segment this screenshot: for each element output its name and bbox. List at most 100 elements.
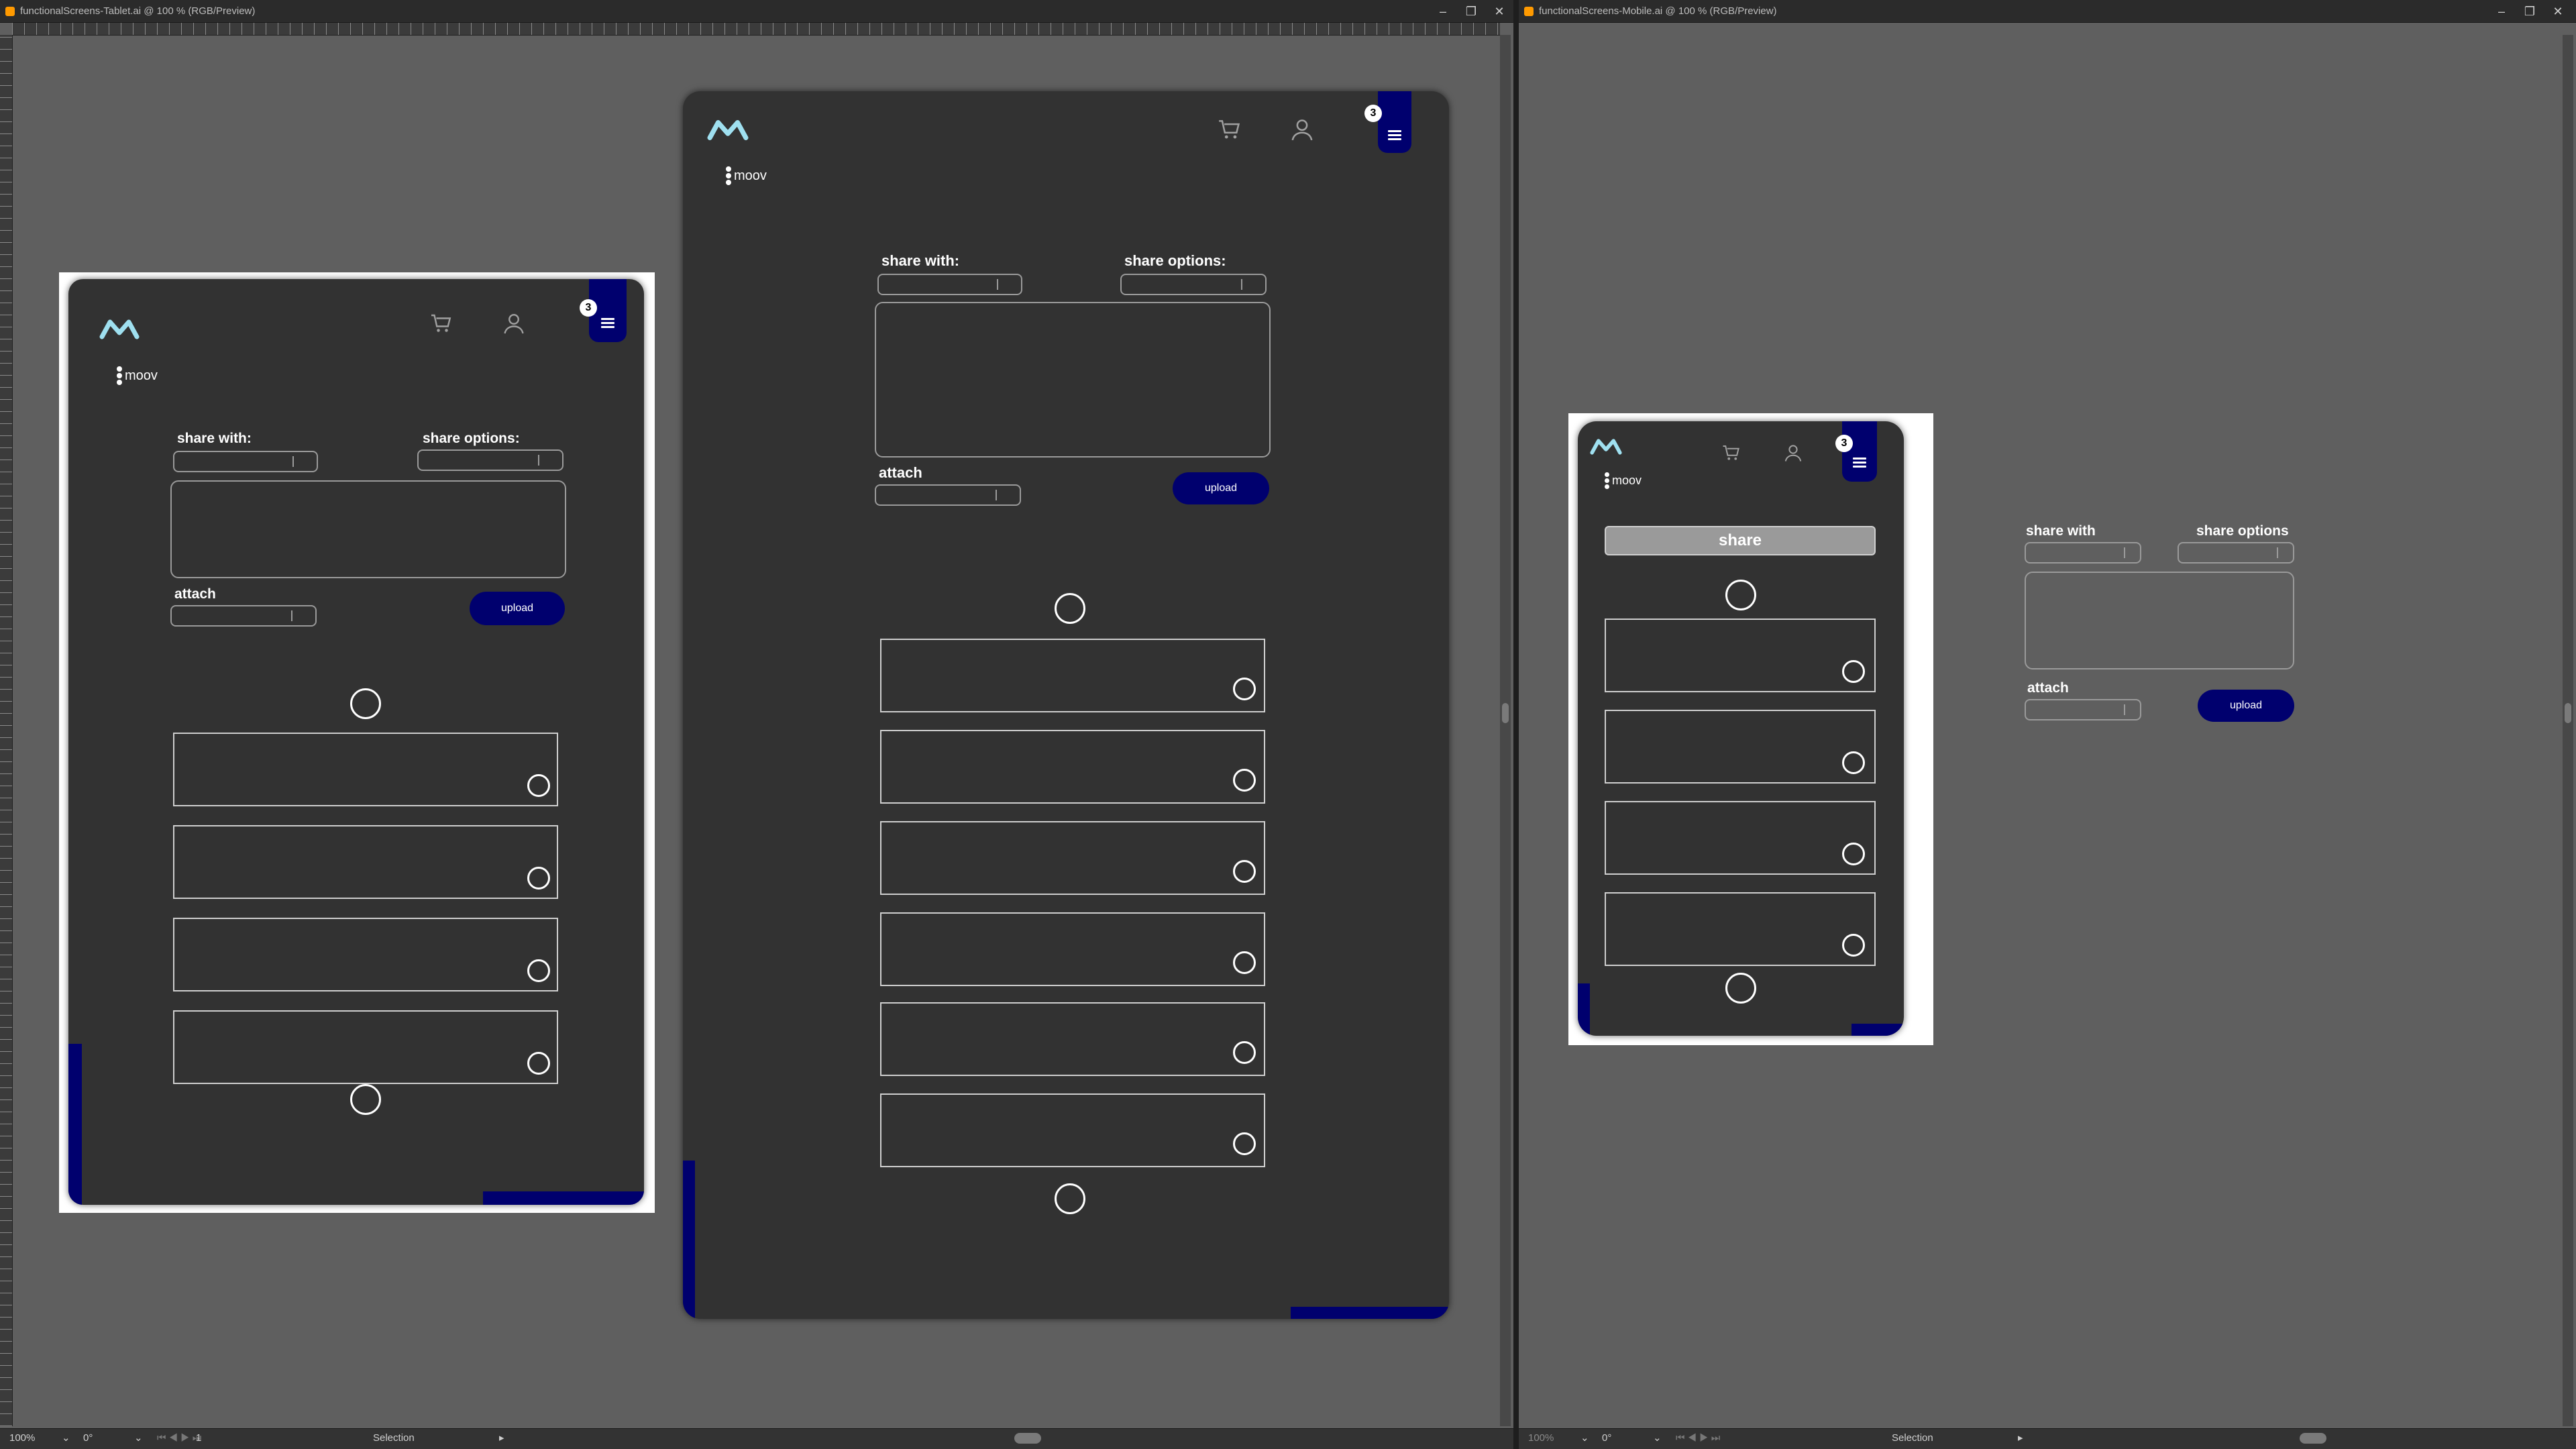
horizontal-scroll-thumb[interactable] <box>2300 1433 2326 1444</box>
cart-icon[interactable] <box>429 311 453 335</box>
hamburger-icon[interactable] <box>1853 458 1866 468</box>
list-card[interactable] <box>173 733 558 806</box>
share-options-label: share options: <box>1124 252 1226 269</box>
share-button[interactable]: share <box>1605 526 1876 555</box>
zoom-level[interactable]: 100% <box>9 1432 35 1445</box>
attach-label: attach <box>2027 680 2069 696</box>
user-icon[interactable] <box>1289 117 1315 142</box>
attach-file-input[interactable] <box>2025 699 2141 720</box>
restore-button[interactable]: ❐ <box>2518 0 2541 23</box>
share-with-dropdown[interactable] <box>173 451 318 472</box>
list-card[interactable] <box>1605 892 1876 966</box>
list-card[interactable] <box>1605 710 1876 784</box>
upload-button[interactable]: upload <box>470 592 565 625</box>
share-options-dropdown[interactable] <box>1120 274 1267 295</box>
list-card[interactable] <box>880 1002 1265 1076</box>
brand-wordmark: moov <box>726 166 767 185</box>
zoom-level[interactable]: 100% <box>1528 1432 1554 1445</box>
hamburger-icon[interactable] <box>601 318 614 328</box>
mobile-statusbar: 100% ⌄ 0° ⌄ ⏮ ◀ ▶ ⏭ Selection ▸ <box>1519 1428 2576 1449</box>
chevron-down-icon[interactable]: ⌄ <box>1653 1432 1662 1445</box>
list-card[interactable] <box>1605 619 1876 692</box>
chevron-down-icon[interactable]: ⌄ <box>62 1432 70 1445</box>
brand-dots-icon <box>726 166 731 185</box>
vertical-scrollbar[interactable] <box>1500 35 1511 1426</box>
message-textarea[interactable] <box>170 480 566 578</box>
minimize-button[interactable]: – <box>1432 0 1454 23</box>
card-radio-icon[interactable] <box>1842 751 1865 774</box>
attach-label: attach <box>879 464 922 481</box>
card-radio-icon[interactable] <box>527 959 550 982</box>
card-radio-icon[interactable] <box>527 774 550 797</box>
menu-tab[interactable] <box>1378 91 1411 153</box>
chevron-down-icon[interactable]: ⌄ <box>134 1432 143 1445</box>
card-radio-icon[interactable] <box>1842 843 1865 865</box>
scroll-thumb[interactable] <box>2565 702 2571 723</box>
card-radio-icon[interactable] <box>1842 660 1865 683</box>
share-options-dropdown[interactable] <box>2178 542 2294 564</box>
message-textarea[interactable] <box>875 302 1271 458</box>
horizontal-ruler[interactable] <box>12 23 1500 36</box>
list-card[interactable] <box>880 912 1265 986</box>
vertical-scrollbar[interactable] <box>2563 35 2573 1426</box>
list-card[interactable] <box>173 918 558 991</box>
upload-button[interactable]: upload <box>2198 690 2294 722</box>
share-with-dropdown[interactable] <box>2025 542 2141 564</box>
upload-button[interactable]: upload <box>1173 472 1269 504</box>
illustrator-file-icon <box>5 7 15 16</box>
card-radio-icon[interactable] <box>527 867 550 890</box>
user-icon[interactable] <box>502 311 526 335</box>
message-textarea[interactable] <box>2025 572 2294 669</box>
scroll-thumb[interactable] <box>1502 702 1509 723</box>
cart-icon[interactable] <box>1217 117 1242 142</box>
mobile-document-window: functionalScreens-Mobile.ai @ 100 % (RGB… <box>1519 0 2576 1449</box>
notification-badge: 3 <box>1364 105 1382 122</box>
list-card[interactable] <box>1605 801 1876 875</box>
hamburger-icon[interactable] <box>1388 130 1401 140</box>
brand-dots-icon <box>1605 472 1609 489</box>
horizontal-scroll-thumb[interactable] <box>1014 1433 1041 1444</box>
card-radio-icon[interactable] <box>1233 1132 1256 1155</box>
close-button[interactable]: ✕ <box>2546 0 2569 23</box>
close-button[interactable]: ✕ <box>1488 0 1511 23</box>
card-radio-icon[interactable] <box>1233 678 1256 700</box>
card-radio-icon[interactable] <box>1233 860 1256 883</box>
rotation-value[interactable]: 0° <box>83 1432 93 1445</box>
list-card[interactable] <box>880 639 1265 712</box>
card-radio-icon[interactable] <box>1233 769 1256 792</box>
brand-name: moov <box>125 368 158 383</box>
restore-button[interactable]: ❐ <box>1460 0 1483 23</box>
share-with-label: share with: <box>881 252 960 269</box>
rotation-value[interactable]: 0° <box>1602 1432 1611 1445</box>
attach-file-input[interactable] <box>170 605 317 627</box>
notification-badge: 3 <box>1835 435 1853 452</box>
list-card[interactable] <box>880 821 1265 895</box>
cart-icon[interactable] <box>1721 443 1741 463</box>
artboard-mobile: moov 3 share <box>1568 413 1933 1045</box>
share-options-dropdown[interactable] <box>417 449 564 471</box>
minimize-button[interactable]: – <box>2490 0 2513 23</box>
list-card[interactable] <box>880 1093 1265 1167</box>
illustrator-file-icon <box>1524 7 1534 16</box>
artboard-number[interactable]: 1 <box>196 1432 201 1445</box>
card-radio-icon[interactable] <box>1233 951 1256 974</box>
share-with-dropdown[interactable] <box>877 274 1022 295</box>
list-card[interactable] <box>880 730 1265 804</box>
list-card[interactable] <box>173 825 558 899</box>
play-icon[interactable]: ▸ <box>2018 1432 2023 1445</box>
user-icon[interactable] <box>1783 443 1803 463</box>
artboard-nav-arrows[interactable]: ⏮ ◀ ▶ ⏭ <box>157 1432 201 1445</box>
card-radio-icon[interactable] <box>1842 934 1865 957</box>
brand-name: moov <box>1612 474 1642 487</box>
play-icon[interactable]: ▸ <box>499 1432 504 1445</box>
loading-spinner-icon <box>1055 593 1085 624</box>
notification-badge: 3 <box>580 299 597 317</box>
attach-file-input[interactable] <box>875 484 1021 506</box>
list-card[interactable] <box>173 1010 558 1084</box>
vertical-ruler[interactable] <box>0 35 13 1426</box>
chevron-down-icon[interactable]: ⌄ <box>1580 1432 1589 1445</box>
card-radio-icon[interactable] <box>1233 1041 1256 1064</box>
mountain-m-logo-icon <box>707 120 749 140</box>
card-radio-icon[interactable] <box>527 1052 550 1075</box>
artboard-nav-arrows[interactable]: ⏮ ◀ ▶ ⏭ <box>1676 1432 1720 1445</box>
